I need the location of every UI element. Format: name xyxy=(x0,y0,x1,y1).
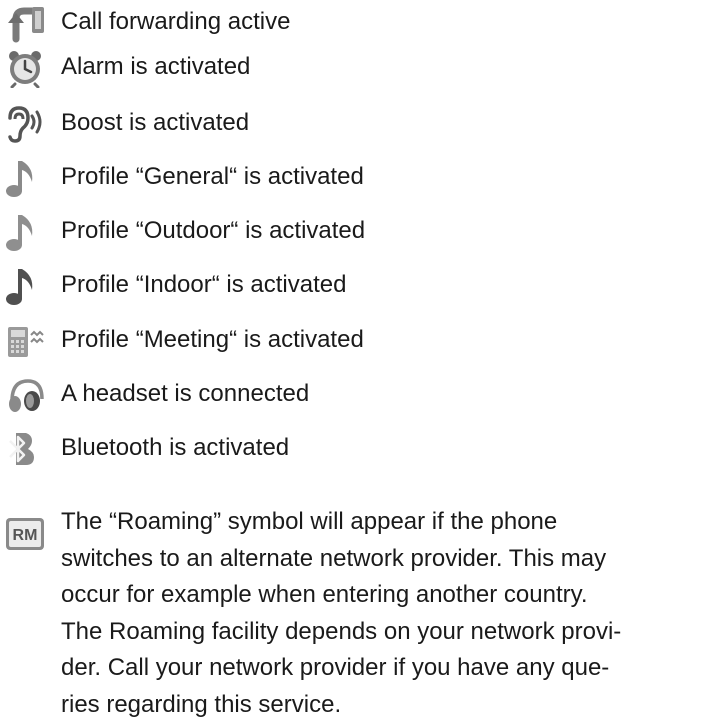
paragraph-line: The “Roaming” symbol will appear if the … xyxy=(61,504,701,541)
call-forwarding-icon xyxy=(2,3,48,43)
paragraph-line: The Roaming facility depends on your net… xyxy=(61,614,701,651)
roaming-paragraph: The “Roaming” symbol will appear if the … xyxy=(61,504,701,723)
paragraph-line: der. Call your network provider if you h… xyxy=(61,650,701,687)
vibrate-phone-icon xyxy=(2,321,48,361)
paragraph-line: switches to an alternate network provide… xyxy=(61,541,701,578)
alarm-clock-icon xyxy=(2,48,48,88)
ear-boost-icon xyxy=(2,104,48,144)
list-item-boost: Boost is activated xyxy=(0,101,702,145)
item-label: Profile “Meeting“ is activated xyxy=(61,318,364,362)
headset-icon xyxy=(2,375,48,415)
paragraph-line: occur for example when entering another … xyxy=(61,577,701,614)
list-item-call-forwarding: Call forwarding active xyxy=(0,0,702,44)
list-item-bluetooth: Bluetooth is activated xyxy=(0,426,702,470)
item-label: Alarm is activated xyxy=(61,45,250,89)
item-label: Bluetooth is activated xyxy=(61,426,289,470)
list-item-profile-outdoor: Profile “Outdoor“ is activated xyxy=(0,209,702,253)
list-item-profile-meeting: Profile “Meeting“ is activated xyxy=(0,318,702,362)
paragraph-line: ries regarding this service. xyxy=(61,687,701,723)
list-item-profile-general: Profile “General“ is activated xyxy=(0,155,702,199)
bluetooth-icon xyxy=(2,429,48,469)
music-note-icon xyxy=(2,158,48,198)
list-item-alarm: Alarm is activated xyxy=(0,45,702,89)
item-label: A headset is connected xyxy=(61,372,309,416)
item-label: Profile “General“ is activated xyxy=(61,155,364,199)
music-note-icon xyxy=(2,212,48,252)
item-label: Profile “Outdoor“ is activated xyxy=(61,209,365,253)
item-label: Boost is activated xyxy=(61,101,249,145)
item-label: Profile “Indoor“ is activated xyxy=(61,263,346,307)
roaming-rm-icon: RM xyxy=(2,514,48,554)
list-item-profile-indoor: Profile “Indoor“ is activated xyxy=(0,263,702,307)
music-note-icon xyxy=(2,266,48,306)
roaming-icon-text: RM xyxy=(13,527,38,544)
list-item-headset: A headset is connected xyxy=(0,372,702,416)
item-label: Call forwarding active xyxy=(61,0,290,44)
